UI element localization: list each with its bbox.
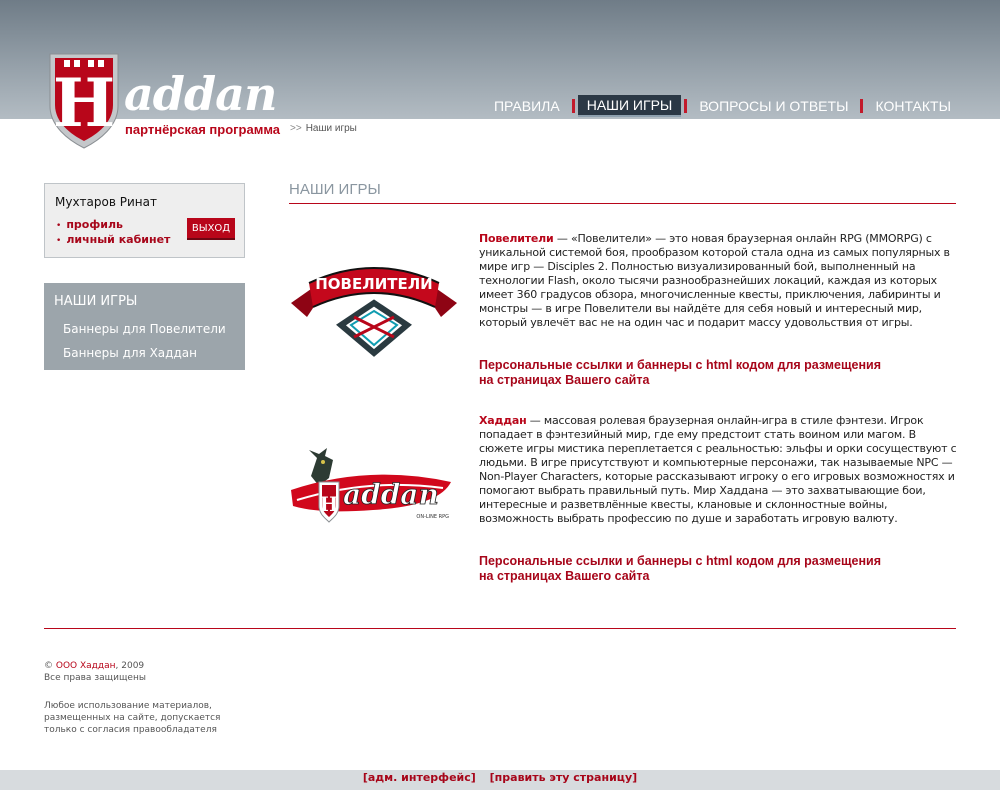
nav-our-games[interactable]: НАШИ ИГРЫ (577, 95, 682, 117)
povelitely-banners-link-line1[interactable]: Персональные ссылки и баннеры с html код… (479, 358, 881, 372)
cabinet-link[interactable]: • личный кабинет (56, 233, 170, 246)
profile-link-label[interactable]: профиль (66, 218, 123, 231)
svg-text:H: H (53, 64, 115, 142)
haddan-description-text: — массовая ролевая браузерная онлайн-игр… (479, 414, 957, 525)
haddan-name-link[interactable]: Хаддан (479, 414, 527, 427)
footer-divider (44, 628, 956, 629)
breadcrumb: >> Наши игры (290, 123, 357, 134)
povelitely-game-logo[interactable]: ПОВЕЛИТЕЛИ (289, 255, 459, 357)
povelitely-name-link[interactable]: Повелители (479, 232, 554, 245)
haddan-description: Хаддан — массовая ролевая браузерная онл… (479, 414, 959, 526)
logout-button[interactable]: ВЫХОД (187, 218, 235, 240)
povelitely-banners-link-line2[interactable]: на страницах Вашего сайта (479, 373, 649, 387)
haddan-game-logo[interactable]: H addan ON-LINE RPG (289, 448, 459, 530)
svg-text:addan: addan (124, 67, 276, 121)
nav-separator (571, 99, 575, 113)
usage-notice: Любое использование материалов, размещен… (44, 701, 221, 735)
user-name: Мухтаров Ринат (55, 195, 157, 209)
user-box: Мухтаров Ринат • профиль • личный кабинет … (44, 183, 245, 258)
sidebar-link-haddan-banners[interactable]: Баннеры для Хаддан (63, 346, 197, 360)
nav-separator (860, 99, 864, 113)
tagline: партнёрская программа (125, 122, 281, 137)
top-navigation: ПРАВИЛА НАШИ ИГРЫ ВОПРОСЫ И ОТВЕТЫ КОНТА… (485, 95, 960, 117)
admin-interface-link[interactable]: [адм. интерфейс] (363, 771, 476, 785)
nav-rules[interactable]: ПРАВИЛА (485, 96, 569, 116)
company-link[interactable]: ООО Хаддан (56, 661, 116, 671)
povelitely-description-text: — «Повелители» — это новая браузерная он… (479, 232, 950, 329)
povelitely-description: Повелители — «Повелители» — это новая бр… (479, 232, 959, 330)
sidebar-link-povelitely-banners[interactable]: Баннеры для Повелители (63, 322, 226, 336)
cabinet-link-label[interactable]: личный кабинет (66, 233, 170, 246)
nav-separator (684, 99, 688, 113)
haddan-banners-link-line2[interactable]: на страницах Вашего сайта (479, 569, 649, 583)
games-sidebar: НАШИ ИГРЫ Баннеры для Повелители Баннеры… (44, 283, 245, 370)
nav-faq[interactable]: ВОПРОСЫ И ОТВЕТЫ (690, 96, 857, 116)
copyright: © ООО Хаддан, 2009 Все права защищены (44, 660, 146, 684)
games-sidebar-title: НАШИ ИГРЫ (54, 294, 138, 309)
svg-text:ON-LINE RPG: ON-LINE RPG (416, 514, 449, 520)
breadcrumb-current[interactable]: Наши игры (306, 123, 357, 134)
haddan-banners-link[interactable]: Персональные ссылки и баннеры с html код… (479, 554, 959, 584)
bullet-icon: • (56, 236, 62, 246)
haddan-banners-link-line1[interactable]: Персональные ссылки и баннеры с html код… (479, 554, 881, 568)
svg-text:H: H (320, 492, 339, 516)
title-divider (289, 203, 956, 204)
copyright-symbol: © (44, 661, 53, 671)
nav-contacts[interactable]: КОНТАКТЫ (866, 96, 960, 116)
breadcrumb-arrows: >> (290, 123, 302, 134)
user-links: • профиль • личный кабинет (56, 218, 170, 248)
edit-page-link[interactable]: [править эту страницу] (490, 771, 638, 785)
bullet-icon: • (56, 221, 62, 231)
admin-bar: [адм. интерфейс] [править эту страницу] (0, 770, 1000, 790)
svg-text:addan: addan (343, 478, 439, 511)
page-title: НАШИ ИГРЫ (289, 181, 381, 198)
copyright-year: , 2009 (115, 661, 145, 671)
rights-reserved: Все права защищены (44, 673, 146, 683)
svg-text:ПОВЕЛИТЕЛИ: ПОВЕЛИТЕЛИ (315, 275, 433, 293)
profile-link[interactable]: • профиль (56, 218, 170, 231)
povelitely-banners-link[interactable]: Персональные ссылки и баннеры с html код… (479, 358, 959, 388)
